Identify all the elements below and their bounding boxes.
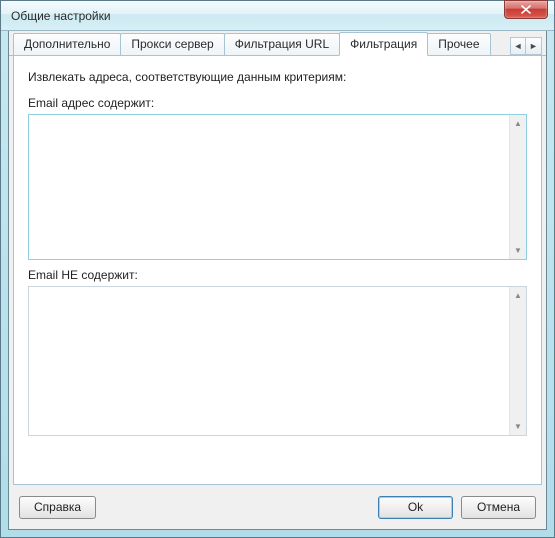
tab-strip: Дополнительно Прокси сервер Фильтрация U… [9, 31, 546, 56]
not-contains-input[interactable] [29, 287, 509, 435]
window-title: Общие настройки [11, 9, 504, 23]
tab-scroll-right[interactable]: ► [526, 37, 542, 55]
contains-field-wrap: ▲ ▼ [28, 114, 527, 260]
tab-scroll: ◄ ► [510, 37, 542, 55]
tab-panel-filter: Извлекать адреса, соответствующие данным… [13, 56, 542, 485]
not-contains-scrollbar[interactable]: ▲ ▼ [509, 287, 526, 435]
chevron-left-icon: ◄ [514, 41, 523, 51]
dialog-footer: Справка Ok Отмена [9, 485, 546, 529]
contains-scrollbar[interactable]: ▲ ▼ [509, 115, 526, 259]
help-button[interactable]: Справка [19, 496, 96, 519]
not-contains-label: Email НЕ содержит: [28, 268, 527, 282]
titlebar: Общие настройки [1, 1, 554, 31]
tab-scroll-left[interactable]: ◄ [510, 37, 526, 55]
contains-input[interactable] [29, 115, 509, 259]
instruction-text: Извлекать адреса, соответствующие данным… [28, 70, 527, 84]
close-button[interactable] [504, 0, 548, 19]
not-contains-field-wrap: ▲ ▼ [28, 286, 527, 436]
chevron-right-icon: ► [529, 41, 538, 51]
contains-label: Email адрес содержит: [28, 96, 527, 110]
tab-additional[interactable]: Дополнительно [13, 33, 121, 55]
scroll-down-icon[interactable]: ▼ [510, 418, 526, 435]
scroll-up-icon[interactable]: ▲ [510, 115, 526, 132]
tab-other[interactable]: Прочее [427, 33, 490, 55]
tab-filter[interactable]: Фильтрация [339, 32, 428, 56]
tab-url-filter[interactable]: Фильтрация URL [224, 33, 340, 55]
close-icon [521, 5, 531, 14]
scroll-down-icon[interactable]: ▼ [510, 242, 526, 259]
client-area: Дополнительно Прокси сервер Фильтрация U… [8, 31, 547, 530]
scroll-up-icon[interactable]: ▲ [510, 287, 526, 304]
cancel-button[interactable]: Отмена [461, 496, 536, 519]
tab-proxy[interactable]: Прокси сервер [120, 33, 224, 55]
ok-button[interactable]: Ok [378, 496, 453, 519]
